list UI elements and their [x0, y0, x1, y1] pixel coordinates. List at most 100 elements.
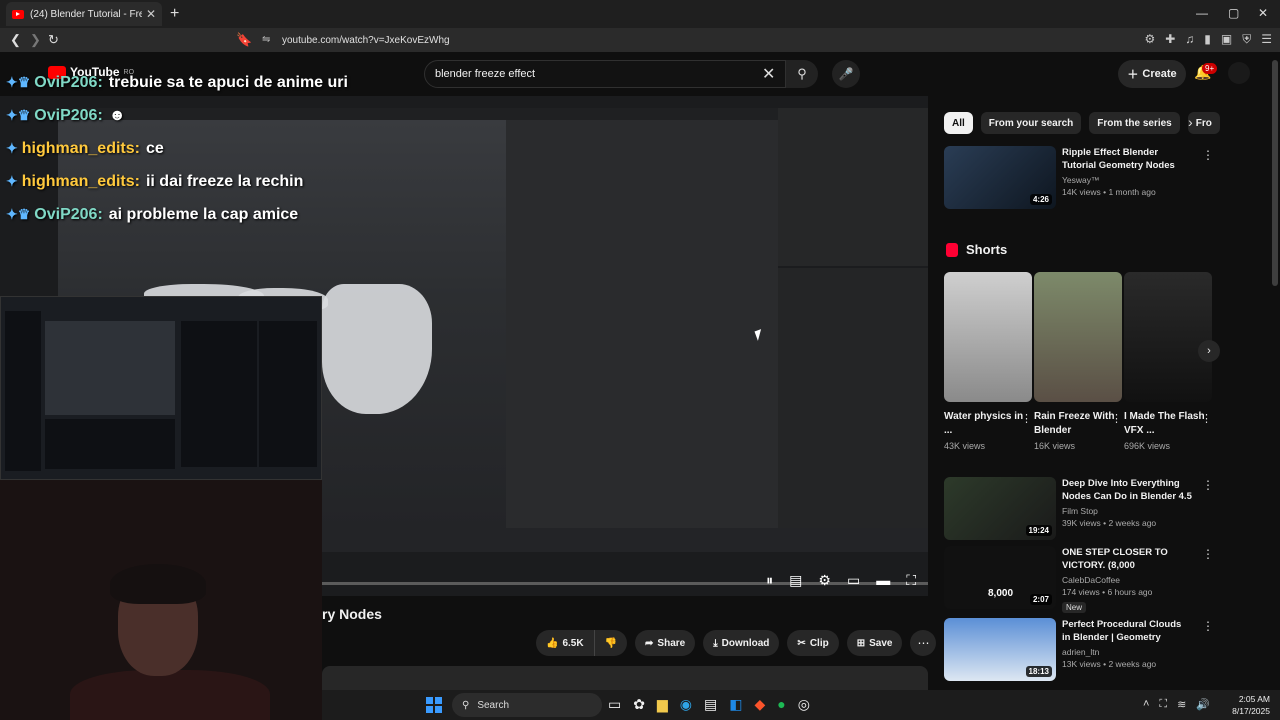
short-item[interactable]: Water physics in ... 43K views ⋮	[944, 272, 1032, 451]
maximize-button[interactable]: ▢	[1228, 6, 1239, 20]
brave-icon[interactable]: ◆	[754, 696, 765, 713]
page-scrollbar[interactable]	[1272, 60, 1278, 286]
blender-timeline	[322, 528, 928, 552]
edge-icon[interactable]: ◉	[680, 696, 692, 713]
menu-icon[interactable]: ☰	[1261, 32, 1272, 47]
short-thumbnail[interactable]	[1124, 272, 1212, 402]
chip-all[interactable]: All	[944, 112, 973, 134]
video-title[interactable]: Deep Dive Into Everything Nodes Can Do i…	[1062, 477, 1192, 503]
save-button[interactable]: ⊞ Save	[846, 630, 903, 656]
file-explorer-icon[interactable]: ▆	[657, 696, 668, 713]
chip-from-the-series[interactable]: From the series	[1089, 112, 1180, 134]
search-input[interactable]: blender freeze effect	[424, 60, 786, 88]
video-title[interactable]: Perfect Procedural Clouds in Blender | G…	[1062, 618, 1192, 644]
short-thumbnail[interactable]	[944, 272, 1032, 402]
window-close-button[interactable]: ✕	[1258, 6, 1268, 20]
miniplayer-icon[interactable]: ▭	[847, 572, 860, 589]
steam-icon[interactable]: ◎	[798, 696, 810, 713]
recommended-video[interactable]: 4:26 Ripple Effect Blender Tutorial Geom…	[944, 146, 1192, 209]
channel-name[interactable]: Yesway™	[1062, 175, 1192, 185]
start-button[interactable]	[426, 697, 442, 713]
new-tab-button[interactable]: +	[170, 5, 179, 23]
channel-name[interactable]: adrien_ltn	[1062, 647, 1192, 657]
video-title[interactable]: ONE STEP CLOSER TO VICTORY. (8,000 Subsc…	[1062, 546, 1192, 572]
dislike-button[interactable]: 👎	[594, 630, 628, 656]
short-item[interactable]: I Made The Flash VFX ... 696K views ⋮	[1124, 272, 1212, 451]
tray-app-icon[interactable]: ⛶	[1159, 698, 1167, 711]
outlook-icon[interactable]: ◧	[729, 696, 742, 713]
description-panel[interactable]	[322, 666, 928, 690]
avatar[interactable]	[1228, 62, 1250, 84]
wallet-icon[interactable]: ▣	[1221, 32, 1232, 47]
task-view-icon[interactable]: ▭	[608, 696, 621, 713]
channel-name[interactable]: CalebDaCoffee	[1062, 575, 1192, 585]
short-views: 696K views	[1124, 441, 1171, 451]
recommended-video[interactable]: 19:24 Deep Dive Into Everything Nodes Ca…	[944, 477, 1192, 540]
short-thumbnail[interactable]	[1034, 272, 1122, 402]
voice-search-button[interactable]: 🎤	[832, 60, 860, 88]
reload-button[interactable]: ↻	[48, 32, 59, 48]
taskbar-search-label: Search	[477, 699, 510, 711]
autoplay-toggle-icon[interactable]: ⏸	[766, 572, 773, 589]
chip-from-your-search[interactable]: From your search	[980, 112, 1082, 134]
thumbnail-text: 8,000	[988, 588, 1014, 599]
kebab-menu-icon[interactable]: ⋮	[1202, 148, 1214, 162]
create-button[interactable]: ＋ Create	[1118, 60, 1186, 88]
short-title[interactable]: Rain Freeze With Blender	[1034, 410, 1122, 438]
forward-button[interactable]: ❯	[30, 32, 41, 48]
short-item[interactable]: Rain Freeze With Blender 16K views ⋮	[1034, 272, 1122, 451]
puzzle-icon[interactable]: ✚	[1165, 32, 1175, 47]
share-button[interactable]: ➦ Share	[635, 630, 696, 656]
shorts-next-button[interactable]: ›	[1198, 340, 1220, 362]
theater-icon[interactable]: ▬	[876, 572, 890, 589]
short-title[interactable]: I Made The Flash VFX ...	[1124, 410, 1212, 438]
kebab-menu-icon[interactable]: ⋮	[1202, 547, 1214, 561]
kebab-menu-icon[interactable]: ⋮	[1111, 412, 1122, 425]
tab-close-icon[interactable]: ✕	[146, 7, 156, 21]
like-button[interactable]: 👍 6.5K	[536, 630, 595, 656]
video-duration: 18:13	[1025, 666, 1052, 677]
kebab-menu-icon[interactable]: ⋮	[1202, 478, 1214, 492]
url-field[interactable]: ⇋ youtube.com/watch?v=JxeKovEzWhg	[256, 30, 976, 50]
settings-gear-icon[interactable]: ⚙	[818, 572, 831, 589]
bookmark-icon[interactable]: 🔖	[236, 32, 252, 48]
wifi-icon[interactable]: ≋	[1177, 698, 1186, 711]
minimize-button[interactable]: —	[1196, 6, 1208, 20]
sidebar-icon[interactable]: ▮	[1204, 32, 1211, 47]
short-title[interactable]: Water physics in ...	[944, 410, 1032, 438]
search-button[interactable]: ⚲	[786, 60, 818, 88]
video-thumbnail[interactable]: 18:13	[944, 618, 1056, 681]
volume-icon[interactable]: 🔊	[1196, 698, 1210, 711]
scissors-icon: ✂	[797, 637, 806, 649]
more-actions-button[interactable]: ⋯	[910, 630, 937, 656]
kebab-menu-icon[interactable]: ⋮	[1201, 412, 1212, 425]
video-title[interactable]: Ripple Effect Blender Tutorial Geometry …	[1062, 146, 1192, 172]
recommended-video[interactable]: 8,000 2:07 ONE STEP CLOSER TO VICTORY. (…	[944, 546, 1192, 615]
kebab-menu-icon[interactable]: ⋮	[1021, 412, 1032, 425]
chips-next-icon[interactable]: ›	[1188, 114, 1193, 130]
captions-icon[interactable]: ▤	[789, 572, 802, 589]
site-info-icon[interactable]: ⇋	[262, 34, 270, 45]
taskbar-search[interactable]: ⚲ Search	[452, 693, 602, 717]
browser-tab[interactable]: (24) Blender Tutorial - Freezing E ✕	[6, 2, 162, 26]
clip-button[interactable]: ✂ Clip	[787, 630, 839, 656]
tray-chevron-icon[interactable]: ˄	[1143, 698, 1149, 711]
back-button[interactable]: ❮	[10, 32, 21, 48]
vpn-icon[interactable]: ⛨	[1242, 32, 1251, 47]
copilot-icon[interactable]: ✿	[633, 696, 645, 713]
video-thumbnail[interactable]: 4:26	[944, 146, 1056, 209]
recommended-video[interactable]: 18:13 Perfect Procedural Clouds in Blend…	[944, 618, 1192, 681]
fullscreen-icon[interactable]: ⛶	[906, 572, 916, 589]
download-button[interactable]: ⤓ Download	[703, 630, 780, 656]
extension-icon[interactable]: ⚙	[1144, 32, 1155, 47]
video-thumbnail[interactable]: 19:24	[944, 477, 1056, 540]
media-icon[interactable]: ♫	[1185, 32, 1194, 47]
kebab-menu-icon[interactable]: ⋮	[1202, 619, 1214, 633]
search-clear-icon[interactable]: ✕	[762, 64, 775, 84]
spotify-icon[interactable]: ●	[777, 696, 785, 713]
store-icon[interactable]: ▤	[704, 696, 717, 713]
video-thumbnail[interactable]: 8,000 2:07	[944, 546, 1056, 609]
shorts-title: Shorts	[966, 242, 1008, 257]
clock[interactable]: 2:05 AM 8/17/2025	[1232, 693, 1270, 717]
channel-name[interactable]: Film Stop	[1062, 506, 1192, 516]
